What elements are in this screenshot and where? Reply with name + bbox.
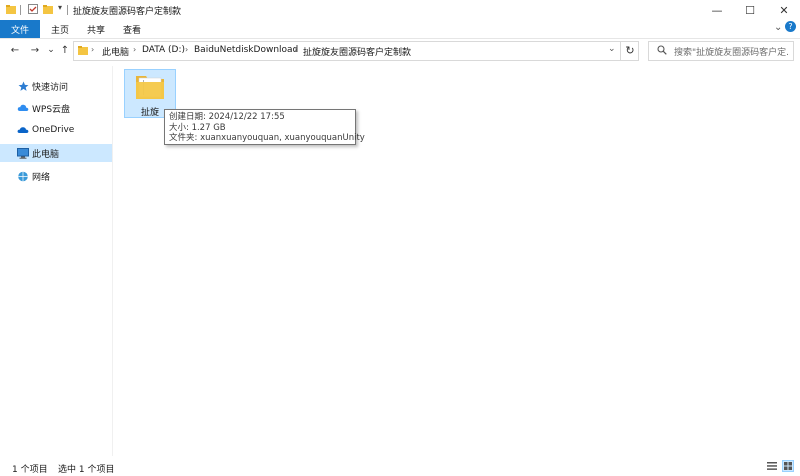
search-placeholder: 搜索"扯旋旋友圈源码客户定... — [674, 48, 790, 58]
chevron-right-icon[interactable]: › — [185, 45, 188, 54]
details-view-icon[interactable] — [766, 460, 778, 472]
back-button[interactable]: ← — [8, 42, 22, 58]
status-item-count: 1 个项目 — [12, 465, 48, 475]
close-button[interactable]: ✕ — [767, 0, 800, 20]
recent-locations-button[interactable]: ⌄ — [44, 42, 58, 58]
tooltip-folders: 文件夹: xuanxuanyouquan, xuanyouquanUnity — [169, 133, 365, 143]
computer-icon — [17, 147, 29, 159]
sidebar-item-label: OneDrive — [32, 125, 75, 135]
properties-icon[interactable] — [28, 4, 38, 14]
chevron-right-icon[interactable]: › — [133, 45, 136, 54]
folder-icon — [135, 72, 165, 103]
tab-home[interactable]: 主页 — [42, 20, 78, 38]
status-selected-count: 选中 1 个项目 — [58, 465, 115, 475]
tab-share[interactable]: 共享 — [78, 20, 114, 38]
maximize-button[interactable]: ☐ — [733, 0, 767, 20]
refresh-button[interactable]: ↻ — [620, 41, 639, 61]
customize-quick-access-icon[interactable]: ▾ — [58, 3, 62, 12]
breadcrumb-this-pc[interactable]: 此电脑 — [102, 45, 129, 58]
sidebar-item-network[interactable]: 网络 — [0, 167, 112, 185]
up-button[interactable]: ↑ — [58, 42, 72, 58]
sidebar-item-onedrive[interactable]: OneDrive — [0, 121, 112, 139]
tooltip-size: 大小: 1.27 GB — [169, 122, 226, 133]
chevron-right-icon[interactable]: › — [294, 45, 297, 54]
new-folder-icon[interactable] — [43, 4, 53, 14]
forward-button[interactable]: → — [28, 42, 42, 58]
star-icon — [17, 80, 29, 92]
network-icon — [17, 170, 29, 182]
breadcrumb-current-folder[interactable]: 扯旋旋友圈源码客户定制款 — [303, 45, 411, 58]
sidebar-item-label: WPS云盘 — [32, 104, 71, 115]
tooltip-created-date: 创建日期: 2024/12/22 17:55 — [169, 112, 285, 122]
sidebar-item-label: 快速访问 — [32, 82, 69, 93]
chevron-right-icon[interactable]: › — [91, 45, 94, 54]
address-dropdown-icon[interactable]: ⌄ — [608, 44, 616, 54]
sidebar-item-label: 网络 — [32, 172, 51, 183]
tab-file[interactable]: 文件 — [0, 20, 40, 38]
onedrive-icon — [17, 124, 29, 136]
help-icon[interactable]: ? — [785, 21, 796, 32]
file-info-tooltip: 创建日期: 2024/12/22 17:55 大小: 1.27 GB 文件夹: … — [164, 109, 365, 145]
breadcrumb-drive-d[interactable]: DATA (D:) — [142, 45, 185, 55]
folder-icon — [6, 4, 16, 14]
sidebar-item-this-pc[interactable]: 此电脑 — [0, 144, 112, 162]
folder-icon — [78, 45, 88, 58]
sidebar-item-label: 此电脑 — [32, 149, 60, 160]
sidebar-item-quick-access[interactable]: 快速访问 — [0, 77, 112, 95]
window-title: 扯旋旋友圈源码客户定制款 — [73, 7, 182, 17]
divider — [20, 5, 21, 15]
sidebar-item-wps-cloud[interactable]: WPS云盘 — [0, 99, 112, 117]
search-icon — [657, 45, 667, 58]
breadcrumb-baidunetdisk[interactable]: BaiduNetdiskDownload — [194, 45, 298, 55]
expand-ribbon-icon[interactable]: ⌄ — [774, 22, 782, 33]
large-icons-view-icon[interactable] — [782, 460, 794, 472]
minimize-button[interactable]: — — [700, 0, 734, 20]
tab-view[interactable]: 查看 — [114, 20, 150, 38]
divider — [67, 5, 68, 15]
cloud-icon — [17, 102, 29, 114]
